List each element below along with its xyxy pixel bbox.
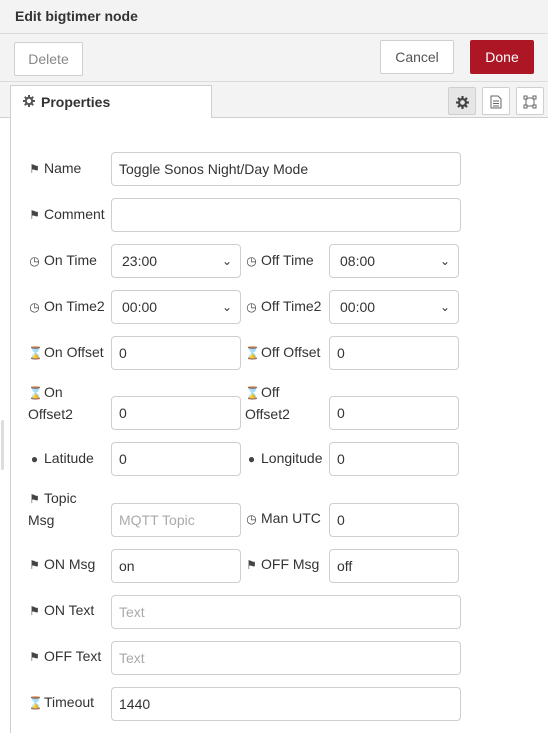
- tag-icon: ⚑: [29, 558, 40, 572]
- on-offset-label: ⌛On Offset: [28, 342, 104, 364]
- topic-msg-input[interactable]: MQTT Topic: [111, 503, 241, 537]
- chevron-down-icon: ⌄: [221, 254, 232, 268]
- chevron-down-icon: ⌄: [439, 300, 450, 314]
- globe-icon: ●: [247, 452, 256, 466]
- clock-icon: ◷: [246, 512, 257, 526]
- gear-icon[interactable]: [448, 87, 476, 115]
- name-input[interactable]: Toggle Sonos Night/Day Mode: [111, 152, 461, 186]
- on-time-select[interactable]: 23:00 ⌄: [111, 244, 241, 278]
- off-time-label: ◷ Off Time: [245, 250, 313, 272]
- latitude-input[interactable]: 0: [111, 442, 241, 476]
- comment-label: ⚑ Comment: [28, 204, 105, 226]
- on-offset2-input[interactable]: 0: [111, 396, 241, 430]
- on-msg-label: ⚑ ON Msg: [28, 554, 95, 576]
- on-time2-label: ◷ On Time2: [28, 296, 104, 318]
- hourglass-icon: ⌛: [28, 386, 43, 400]
- tag-icon: ⚑: [29, 604, 40, 618]
- latitude-label: ● Latitude: [28, 448, 94, 470]
- on-time2-select[interactable]: 00:00 ⌄: [111, 290, 241, 324]
- off-text-input[interactable]: Text: [111, 641, 461, 675]
- tab-properties-label: Properties: [41, 94, 111, 110]
- tag-icon: ⚑: [29, 492, 40, 506]
- off-offset2-input[interactable]: 0: [329, 396, 459, 430]
- on-msg-input[interactable]: on: [111, 549, 241, 583]
- dialog-header: Edit bigtimer node: [0, 0, 548, 34]
- on-text-label: ⚑ ON Text: [28, 600, 94, 622]
- timeout-label: ⌛Timeout: [28, 692, 94, 714]
- globe-icon: ●: [30, 452, 39, 466]
- clock-icon: ◷: [29, 300, 40, 314]
- on-time-label: ◷ On Time: [28, 250, 97, 272]
- off-msg-input[interactable]: off: [329, 549, 459, 583]
- off-text-label: ⚑ OFF Text: [28, 646, 101, 668]
- off-offset-input[interactable]: 0: [329, 336, 459, 370]
- on-text-input[interactable]: Text: [111, 595, 461, 629]
- on-offset2-label: ⌛On Offset2: [28, 384, 73, 422]
- off-time-select[interactable]: 08:00 ⌄: [329, 244, 459, 278]
- off-time2-select[interactable]: 00:00 ⌄: [329, 290, 459, 324]
- clock-icon: ◷: [29, 254, 40, 268]
- tag-icon: ⚑: [246, 558, 257, 572]
- off-msg-label: ⚑ OFF Msg: [245, 554, 319, 576]
- clock-icon: ◷: [246, 300, 257, 314]
- timeout-input[interactable]: 1440: [111, 687, 461, 721]
- tag-icon: ⚑: [29, 208, 40, 222]
- hourglass-icon: ⌛: [28, 346, 43, 360]
- name-label: ⚑ Name: [28, 158, 81, 180]
- longitude-input[interactable]: 0: [329, 442, 459, 476]
- topic-msg-label: ⚑ Topic Msg: [28, 490, 77, 528]
- frame-icon[interactable]: [516, 87, 544, 115]
- chevron-down-icon: ⌄: [439, 254, 450, 268]
- dialog-title: Edit bigtimer node: [15, 8, 138, 24]
- resize-handle[interactable]: [1, 420, 4, 470]
- off-offset-label: ⌛Off Offset: [245, 342, 320, 364]
- hourglass-icon: ⌛: [245, 346, 260, 360]
- document-icon[interactable]: [482, 87, 510, 115]
- tab-bar: Properties: [0, 82, 548, 119]
- tag-icon: ⚑: [29, 162, 40, 176]
- clock-icon: ◷: [246, 254, 257, 268]
- hourglass-icon: ⌛: [245, 386, 260, 400]
- off-offset2-label: ⌛Off Offset2: [245, 384, 290, 422]
- hourglass-icon: ⌛: [28, 696, 43, 710]
- longitude-label: ● Longitude: [245, 448, 323, 470]
- comment-input[interactable]: [111, 198, 461, 232]
- done-button[interactable]: Done: [470, 40, 534, 74]
- delete-button[interactable]: Delete: [14, 42, 83, 76]
- cancel-button[interactable]: Cancel: [380, 40, 454, 74]
- action-bar: Delete Cancel Done: [0, 34, 548, 82]
- chevron-down-icon: ⌄: [221, 300, 232, 314]
- man-utc-label: ◷ Man UTC: [245, 508, 321, 530]
- gear-icon: [23, 86, 37, 118]
- tag-icon: ⚑: [29, 650, 40, 664]
- on-offset-input[interactable]: 0: [111, 336, 241, 370]
- off-time2-label: ◷ Off Time2: [245, 296, 321, 318]
- tab-properties[interactable]: Properties: [10, 85, 212, 119]
- man-utc-input[interactable]: 0: [329, 503, 459, 537]
